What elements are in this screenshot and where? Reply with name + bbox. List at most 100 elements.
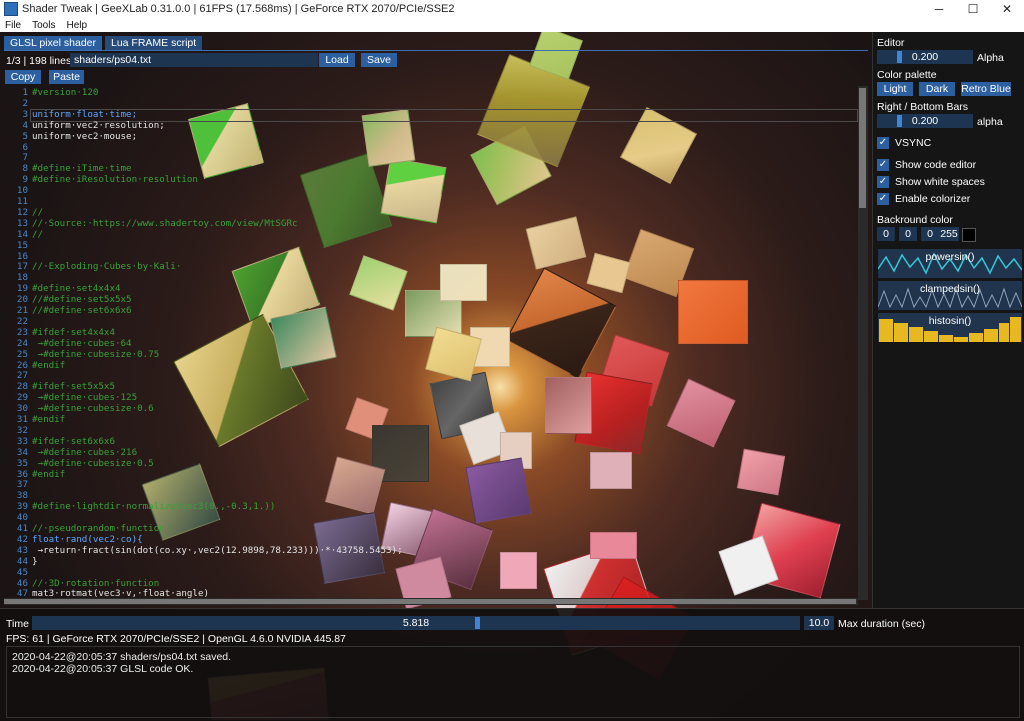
checkmark-icon: ✓ [877,193,889,205]
bg-color-a[interactable]: 255 [939,227,959,241]
tab-underline [4,50,868,51]
bars-alpha-label: alpha [977,116,1003,128]
code-line: #define·iTime·time [32,163,132,175]
vertical-scrollbar[interactable] [858,86,868,600]
scroll-thumb[interactable] [4,599,856,604]
tab-lua-frame-script[interactable]: Lua FRAME script [105,36,203,50]
load-button[interactable]: Load [319,53,355,67]
show-code-editor-checkbox[interactable]: ✓ Show code editor [877,159,976,171]
max-duration-input[interactable]: 10.0 [804,616,834,630]
status-line: FPS: 61 | GeForce RTX 2070/PCIe/SSE2 | O… [6,633,346,645]
line-number: 6 [22,141,28,153]
save-button[interactable]: Save [361,53,397,67]
time-slider[interactable]: 5.818 [32,616,800,630]
scroll-thumb[interactable] [859,88,866,208]
bars-alpha-slider[interactable]: 0.200 [877,114,973,128]
menu-bar: File Tools Help [0,18,1024,33]
palette-label: Color palette [877,69,937,81]
checkmark-icon: ✓ [877,137,889,149]
editor-alpha-value: 0.200 [911,51,939,63]
slider-knob[interactable] [475,617,480,629]
line-number: 18 [16,272,28,284]
line-number: 46 [16,577,28,589]
menu-tools[interactable]: Tools [32,20,55,31]
line-number: 8 [22,163,28,175]
title-bar: Shader Tweak | GeeXLab 0.31.0.0 | 61FPS … [0,0,1024,18]
code-line: →return·fract(sin(dot(co.xy·,vec2(12.989… [32,544,403,556]
bg-color-b[interactable]: 0 [921,227,939,241]
line-number: 22 [16,315,28,327]
paste-button[interactable]: Paste [49,70,84,84]
line-number: 14 [16,228,28,240]
palette-retro-blue-button[interactable]: Retro Blue [961,82,1011,96]
vsync-checkbox[interactable]: ✓ VSYNC [877,137,931,149]
code-line: } [32,555,38,567]
histosin-plot: histosin() [878,313,1022,342]
code-line: #ifdef·set4x4x4 [32,326,115,338]
line-number: 35 [16,457,28,469]
code-line: //·3D·rotation·function [32,577,160,589]
line-number: 40 [16,512,28,524]
code-line: →#define·cubesize·0.75 [32,348,160,360]
code-line: //·pseudorandom·function [32,523,165,534]
settings-panel: Editor 0.200 Alpha Color palette Light D… [872,32,1024,608]
code-line: #define·set4x4x4 [32,283,121,295]
shader-path-field[interactable]: shaders/ps04.txt [70,53,318,67]
clampedsin-label: clampedsin() [919,283,981,295]
minimize-icon[interactable]: ─ [922,0,956,18]
code-line: uniform·float·time; [32,108,138,120]
log-line: 2020-04-22@20:05:37 shaders/ps04.txt sav… [12,651,232,663]
tab-glsl-pixel-shader[interactable]: GLSL pixel shader [4,36,102,50]
line-number: 33 [16,435,28,447]
code-line: #ifdef·set6x6x6 [32,435,115,447]
line-number: 17 [16,261,28,273]
bars-label: Right / Bottom Bars [877,101,969,113]
code-line: #endif [32,414,66,425]
code-line: →#define·cubes·216 [32,446,138,458]
code-line: #define·lightdir·normalize(vec3(0.,-0.3,… [32,501,276,513]
code-line: uniform·vec2·resolution; [32,119,165,131]
code-line: #endif [32,359,66,371]
horizontal-scrollbar[interactable] [4,598,858,605]
line-number: 21 [16,305,28,316]
menu-help[interactable]: Help [66,20,87,31]
line-number: 9 [22,174,28,186]
code-line: float·rand(vec2·co){ [32,533,143,545]
line-number: 13 [16,217,28,229]
line-number: 43 [16,544,28,556]
palette-light-button[interactable]: Light [877,82,913,96]
show-white-spaces-checkbox[interactable]: ✓ Show white spaces [877,176,985,188]
app-icon [4,2,18,16]
bg-color-swatch[interactable] [962,228,976,242]
line-number: 7 [22,152,28,164]
slider-knob[interactable] [897,51,902,63]
bg-color-r[interactable]: 0 [877,227,895,241]
line-number: 12 [16,206,28,218]
line-number: 20 [16,294,28,306]
enable-colorizer-checkbox[interactable]: ✓ Enable colorizer [877,193,970,205]
line-number: 3 [22,108,28,120]
bg-color-g[interactable]: 0 [899,227,917,241]
close-icon[interactable]: ✕ [990,0,1024,18]
time-value: 5.818 [402,617,430,629]
editor-alpha-slider[interactable]: 0.200 [877,50,973,64]
slider-knob[interactable] [897,115,902,127]
code-line: #version·120 [32,87,99,98]
histosin-label: histosin() [928,315,972,327]
line-number: 38 [16,490,28,502]
line-number: 42 [16,533,28,545]
code-editor[interactable]: 1 #version·120 2 3 uniform·float·time; 4 unifo… [0,87,860,599]
copy-button[interactable]: Copy [5,70,41,84]
max-duration-label: Max duration (sec) [838,618,925,630]
menu-file[interactable]: File [5,20,21,31]
window-controls: ─ ☐ ✕ [922,0,1024,18]
line-number: 32 [16,424,28,436]
line-number: 34 [16,446,28,458]
code-line: //#define·set6x6x6 [32,305,132,316]
line-number: 29 [16,392,28,404]
show-white-spaces-label: Show white spaces [895,176,985,188]
palette-dark-button[interactable]: Dark [919,82,955,96]
code-line: //·Exploding·Cubes·by·Kali· [32,261,182,273]
code-line: #endif [32,468,66,480]
maximize-icon[interactable]: ☐ [956,0,990,18]
